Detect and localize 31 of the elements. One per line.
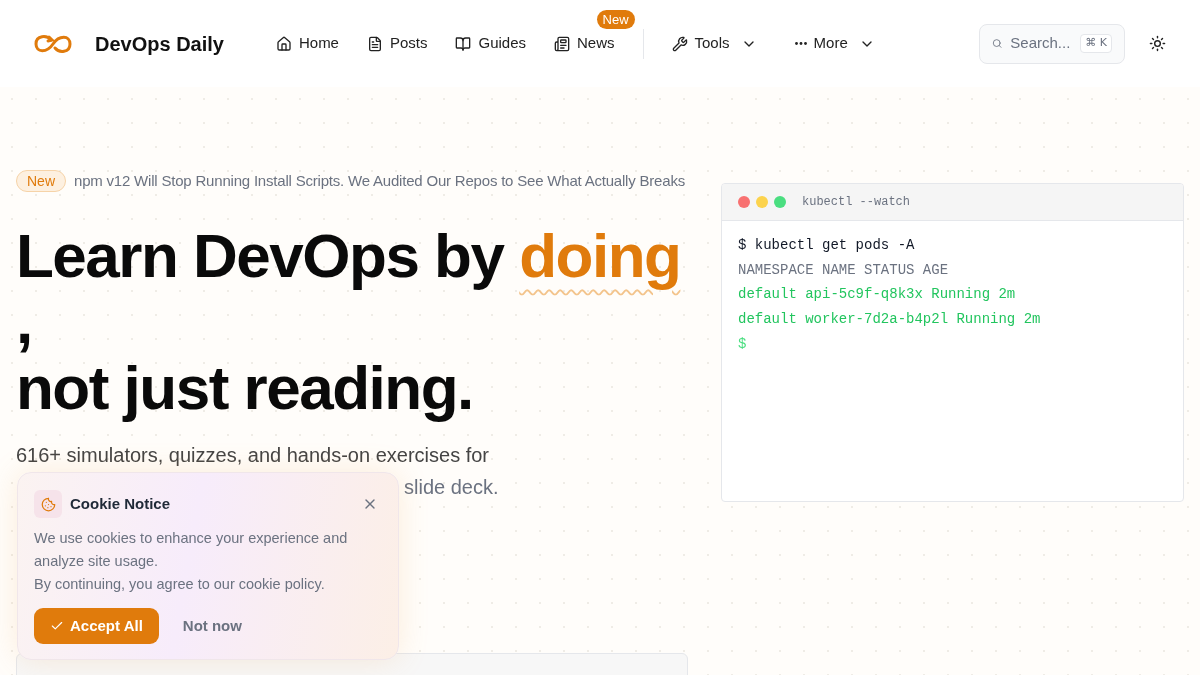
terminal-line: default api-5c9f-q8k3x Running 2m [738, 285, 1017, 305]
nav-link[interactable]: Tools [657, 24, 771, 63]
shortcut-key: ⌘ K [1080, 34, 1112, 53]
announcement-link[interactable]: npm v12 Will Stop Running Install Scripts. We Audited Our Repos to See What Actually Breaks [74, 170, 685, 193]
hero-heading: Learn DevOps by doing , not just reading. [16, 222, 682, 421]
terminal-line: default worker-7d2a-b4p2l Running 2m [738, 310, 1042, 330]
check-icon [50, 619, 64, 633]
dots-icon [794, 42, 807, 45]
search-field[interactable]: Search... ⌘ K [979, 23, 1125, 64]
terminal-line: $ [738, 334, 748, 354]
cookie-text: We use cookies to enhance your experience and analyze site usage. [34, 529, 349, 571]
new-badge: New [596, 10, 635, 30]
cookie-icon [34, 490, 62, 518]
cookie-text: By continuing, you agree to our cookie policy. [34, 575, 326, 594]
decline-button[interactable]: Not now [170, 608, 254, 644]
terminal-title: kubectl --watch [802, 194, 911, 211]
search-input[interactable]: Search... [1010, 32, 1073, 55]
nav-link[interactable]: Posts [352, 24, 442, 63]
theme-toggle-icon[interactable] [1149, 35, 1166, 52]
new-badge: New [16, 170, 66, 193]
terminal-line: NAMESPACE NAME STATUS AGE [738, 260, 950, 280]
home-icon [275, 35, 292, 52]
nav-link[interactable]: More [780, 24, 889, 63]
nav-link[interactable]: Guides [441, 24, 540, 63]
newspaper-icon [554, 35, 570, 52]
terminal-line: $ kubectl get pods -A [738, 236, 916, 255]
nav-link[interactable]: Home [261, 24, 353, 63]
wrench-icon [671, 35, 688, 52]
site-title[interactable]: DevOps Daily [95, 28, 224, 59]
document-icon [366, 35, 383, 52]
book-icon [455, 35, 472, 52]
